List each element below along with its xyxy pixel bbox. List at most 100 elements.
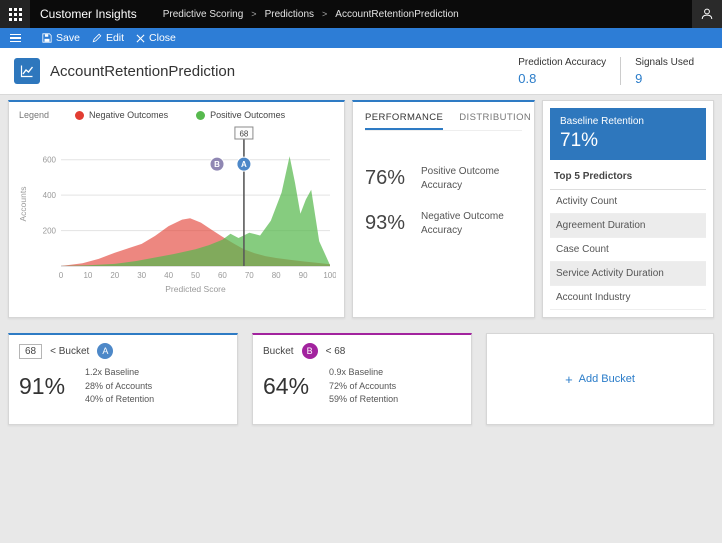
bucket-marker-label-a: A [241,160,247,169]
main-content: Legend Negative Outcomes Positive Outcom… [0,95,722,543]
top-app-bar: Customer Insights Predictive Scoring > P… [0,0,722,28]
bucket-b-body: 64% 0.9x Baseline 72% of Accounts 59% of… [263,366,461,407]
command-bar: Save Edit Close [0,28,722,48]
top-predictors-title: Top 5 Predictors [550,160,706,190]
x-tick-label: 100 [323,271,336,280]
add-bucket-label: Add Bucket [579,373,635,385]
y-tick-label: 200 [43,227,57,236]
positive-accuracy-label: Positive Outcome Accuracy [421,165,513,192]
bucket-a-threshold-input[interactable]: 68 [19,344,42,359]
top-cards-row: Legend Negative Outcomes Positive Outcom… [8,100,714,318]
save-button[interactable]: Save [42,32,80,44]
bucket-b-stats: 0.9x Baseline 72% of Accounts 59% of Ret… [329,366,398,407]
legend-positive-label: Positive Outcomes [210,110,285,120]
baseline-retention-block: Baseline Retention 71% [550,108,706,160]
tab-distribution[interactable]: DISTRIBUTION [459,112,531,130]
breadcrumb-item-predictive-scoring[interactable]: Predictive Scoring [163,9,244,20]
bucket-a-accounts-line: 28% of Accounts [85,380,154,394]
prediction-accuracy-label: Prediction Accuracy [518,57,606,68]
prediction-accuracy-value: 0.8 [518,71,606,86]
bucket-b-operator-text: < 68 [326,346,346,357]
chart-glyph-icon [19,63,35,79]
positive-accuracy-value: 76% [365,167,421,190]
predictor-item-activity-count[interactable]: Activity Count [550,190,706,214]
bucket-a-retention-value: 91% [19,373,65,400]
predictor-item-agreement-duration[interactable]: Agreement Duration [550,214,706,238]
bucket-a-stats: 1.2x Baseline 28% of Accounts 40% of Ret… [85,366,154,407]
negative-accuracy-value: 93% [365,212,421,235]
x-tick-label: 10 [83,271,92,280]
legend-negative-label: Negative Outcomes [89,110,168,120]
x-tick-label: 60 [218,271,227,280]
y-axis-label: Accounts [18,187,28,222]
page-header: AccountRetentionPrediction Prediction Ac… [0,48,722,95]
positive-accuracy-metric: 76% Positive Outcome Accuracy [365,165,522,192]
predictors-card: Baseline Retention 71% Top 5 Predictors … [542,100,714,318]
signals-used-metric: Signals Used 9 [621,57,708,86]
negative-dot-icon [75,111,84,120]
add-bucket-button[interactable]: + Add Bucket [565,373,635,386]
prediction-score-chart: 2004006000102030405060708090100Predicted… [17,126,336,304]
waffle-grid-icon [9,8,22,21]
bucket-b-card: Bucket B < 68 64% 0.9x Baseline 72% of A… [252,333,472,425]
prediction-accuracy-metric: Prediction Accuracy 0.8 [504,57,620,86]
negative-accuracy-label: Negative Outcome Accuracy [421,210,513,237]
breadcrumb-separator-icon: > [251,9,256,19]
bucket-cards-row: 68 < Bucket A 91% 1.2x Baseline 28% of A… [8,333,714,425]
performance-tabs: PERFORMANCE DISTRIBUTION [365,112,522,131]
bucket-b-name-text: Bucket [263,346,294,357]
breadcrumb-item-current: AccountRetentionPrediction [335,9,458,20]
x-tick-label: 30 [137,271,146,280]
predictor-item-service-activity-duration[interactable]: Service Activity Duration [550,262,706,286]
chart-legend: Legend Negative Outcomes Positive Outcom… [17,108,336,126]
save-button-label: Save [56,32,80,44]
x-tick-label: 70 [245,271,254,280]
legend-positive-item: Positive Outcomes [196,110,285,120]
bucket-a-header: 68 < Bucket A [19,343,227,359]
add-bucket-card[interactable]: + Add Bucket [486,333,714,425]
hamburger-menu-icon[interactable] [0,28,30,48]
baseline-retention-label: Baseline Retention [560,116,696,127]
save-icon [42,33,52,43]
app-title: Customer Insights [40,7,137,21]
legend-title: Legend [19,110,49,120]
bucket-a-retention-line: 40% of Retention [85,393,154,407]
edit-button[interactable]: Edit [92,32,124,44]
y-tick-label: 400 [43,191,57,200]
edit-pencil-icon [92,33,102,43]
x-tick-label: 0 [59,271,64,280]
chart-card: Legend Negative Outcomes Positive Outcom… [8,100,345,318]
positive-dot-icon [196,111,205,120]
bucket-a-body: 91% 1.2x Baseline 28% of Accounts 40% of… [19,366,227,407]
bucket-b-retention-line: 59% of Retention [329,393,398,407]
bucket-b-accounts-line: 72% of Accounts [329,380,398,394]
prediction-icon [14,58,40,84]
header-metrics: Prediction Accuracy 0.8 Signals Used 9 [504,57,708,86]
plus-icon: + [565,373,573,386]
negative-accuracy-metric: 93% Negative Outcome Accuracy [365,210,522,237]
close-button[interactable]: Close [136,32,176,44]
bucket-a-operator-text: < Bucket [50,346,89,357]
x-axis-label: Predicted Score [165,284,226,294]
bucket-b-baseline-line: 0.9x Baseline [329,366,398,380]
bucket-b-retention-value: 64% [263,373,309,400]
bucket-a-baseline-line: 1.2x Baseline [85,366,154,380]
predictor-item-case-count[interactable]: Case Count [550,238,706,262]
predictor-item-account-industry[interactable]: Account Industry [550,286,706,310]
x-tick-label: 20 [110,271,119,280]
breadcrumb-separator-icon: > [322,9,327,19]
baseline-retention-value: 71% [560,130,696,152]
user-profile-icon[interactable] [692,0,722,28]
edit-button-label: Edit [106,32,124,44]
x-tick-label: 50 [191,271,200,280]
tab-performance[interactable]: PERFORMANCE [365,112,443,130]
app-window: Customer Insights Predictive Scoring > P… [0,0,722,543]
bucket-a-card: 68 < Bucket A 91% 1.2x Baseline 28% of A… [8,333,238,425]
breadcrumb-item-predictions[interactable]: Predictions [265,9,314,20]
bucket-b-badge: B [302,343,318,359]
waffle-menu-icon[interactable] [0,0,30,28]
bucket-marker-label-b: B [214,160,220,169]
x-tick-label: 80 [272,271,281,280]
close-button-label: Close [149,32,176,44]
signals-used-value: 9 [635,71,694,86]
